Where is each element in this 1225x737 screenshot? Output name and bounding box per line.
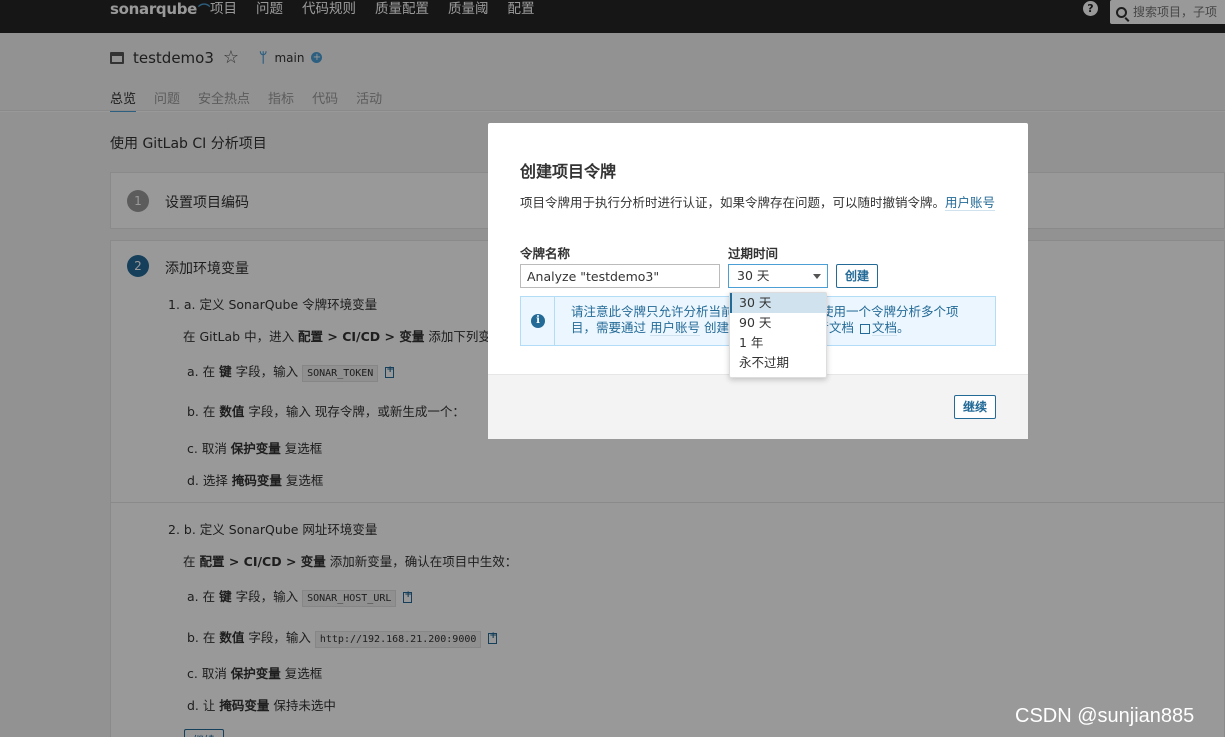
modal-description: 项目令牌用于执行分析时进行认证，如果令牌存在问题，可以随时撤销令牌。用户账号: [520, 195, 996, 211]
external-link-icon: [859, 323, 870, 334]
expiry-selected-value: 30 天: [737, 268, 770, 283]
expiry-option-30-days[interactable]: 30 天: [730, 293, 826, 313]
alert-icon-column: i: [521, 297, 555, 345]
info-icon: i: [531, 314, 545, 328]
token-name-label: 令牌名称: [520, 246, 571, 261]
modal-continue-button[interactable]: 继续: [954, 395, 997, 419]
alert-user-account-link[interactable]: 用户账号: [649, 320, 700, 336]
user-account-link[interactable]: 用户账号: [945, 195, 996, 211]
create-token-button[interactable]: 创建: [836, 264, 879, 288]
watermark: CSDN @sunjian885: [1015, 705, 1195, 727]
chevron-down-icon: [813, 274, 821, 279]
expiry-option-90-days[interactable]: 90 天: [730, 313, 826, 333]
create-token-modal: 创建项目令牌 项目令牌用于执行分析时进行认证，如果令牌存在问题，可以随时撤销令牌…: [488, 123, 1028, 439]
expiry-dropdown: 30 天 90 天 1 年 永不过期: [729, 292, 827, 378]
expiry-option-never[interactable]: 永不过期: [730, 353, 826, 373]
token-name-input[interactable]: [520, 264, 720, 288]
expiry-select[interactable]: 30 天: [728, 264, 828, 288]
docs-link[interactable]: 文档: [871, 320, 897, 336]
modal-title: 创建项目令牌: [520, 162, 617, 181]
expiry-option-1-year[interactable]: 1 年: [730, 333, 826, 353]
expiry-label: 过期时间: [728, 246, 779, 261]
modal-footer: 继续: [488, 374, 1028, 439]
